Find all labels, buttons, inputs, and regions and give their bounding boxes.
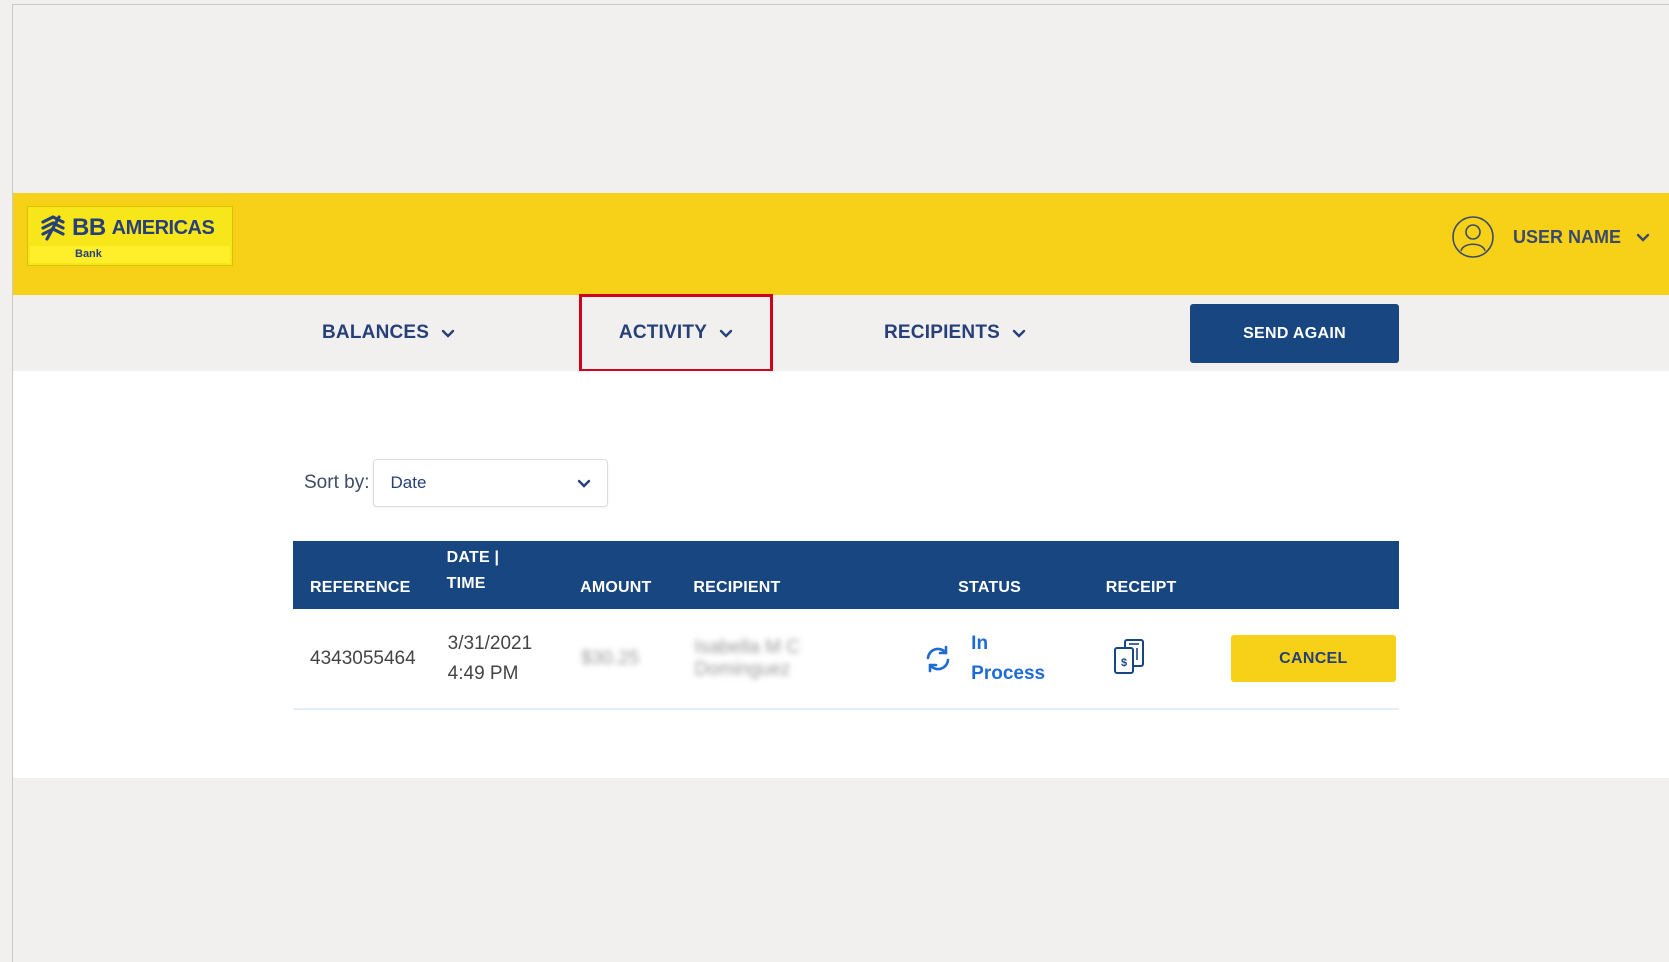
row-date: 3/31/2021 [447, 632, 533, 654]
sort-control: Sort by: Date [304, 459, 609, 507]
row-date-time: 3/31/2021 4:49 PM [447, 609, 580, 709]
row-recipient-line2: Dominguez [694, 658, 791, 680]
user-circle-icon [1452, 216, 1494, 258]
chevron-down-icon [441, 329, 455, 338]
col-status: STATUS [958, 579, 1021, 596]
col-date-line1: DATE | [446, 549, 500, 566]
user-menu[interactable]: USER NAME [1451, 215, 1651, 259]
top-header: BB AMERICAS Bank USER NAME [13, 193, 1669, 295]
bb-americas-logo[interactable]: BB AMERICAS Bank [27, 206, 233, 266]
nav-recipients[interactable]: RECIPIENTS [884, 295, 1026, 371]
status-badge[interactable]: In Process [971, 629, 1045, 689]
col-action [1207, 541, 1399, 609]
logo-bank-text: Bank [30, 246, 230, 263]
chevron-down-icon [1636, 233, 1650, 242]
main-nav: BALANCES ACTIVITY RECIPIENTS SEND AGAIN [13, 294, 1669, 372]
activity-content: Sort by: Date REFERENCE DATE | TIME AMOU… [13, 371, 1669, 778]
col-date-time: DATE | TIME [447, 541, 580, 609]
refresh-icon [926, 645, 950, 672]
sort-select[interactable]: Date [373, 459, 609, 507]
row-amount: $30.25 [580, 609, 693, 709]
col-amount: AMOUNT [580, 579, 652, 596]
sort-selected-value: Date [390, 473, 427, 492]
nav-balances[interactable]: BALANCES [322, 295, 455, 371]
chevron-down-icon [1012, 329, 1026, 338]
status-line1: In [971, 632, 989, 654]
row-amount-value: $30.25 [581, 647, 640, 669]
row-status: In Process [926, 609, 1106, 709]
send-again-button[interactable]: SEND AGAIN [1190, 304, 1399, 363]
logo-bb-text: BB [72, 214, 106, 241]
row-time: 4:49 PM [447, 662, 519, 684]
bb-logo-icon [41, 215, 65, 241]
nav-activity-label: ACTIVITY [618, 322, 708, 343]
activity-table: REFERENCE DATE | TIME AMOUNT RECIPIENT S… [293, 541, 1399, 710]
nav-activity[interactable]: ACTIVITY [579, 294, 773, 372]
chevron-down-icon [719, 329, 733, 338]
sort-label: Sort by: [304, 472, 370, 493]
row-action: CANCEL [1207, 609, 1399, 709]
row-reference: 4343055464 [310, 647, 416, 669]
status-line2: Process [971, 662, 1046, 684]
col-receipt: RECEIPT [1105, 579, 1177, 596]
row-recipient: Isabella M C Dominguez [693, 609, 958, 709]
col-reference: REFERENCE [310, 579, 411, 596]
table-header-row: REFERENCE DATE | TIME AMOUNT RECIPIENT S… [293, 541, 1399, 609]
nav-recipients-label: RECIPIENTS [884, 322, 1001, 343]
logo-americas-text: AMERICAS [111, 216, 215, 239]
col-date-line2: TIME [446, 575, 486, 592]
user-name: USER NAME [1512, 226, 1621, 247]
table-row: 4343055464 3/31/2021 4:49 PM $30.25 Isab… [293, 609, 1399, 709]
row-recipient-line1: Isabella M C [694, 636, 800, 658]
chevron-down-icon [578, 479, 591, 488]
receipt-icon[interactable]: $ [1111, 636, 1151, 676]
svg-text:$: $ [1121, 657, 1127, 669]
nav-balances-label: BALANCES [322, 322, 430, 343]
cancel-button[interactable]: CANCEL [1230, 635, 1396, 682]
row-receipt: $ [1106, 609, 1207, 709]
col-recipient: RECIPIENT [693, 579, 781, 596]
